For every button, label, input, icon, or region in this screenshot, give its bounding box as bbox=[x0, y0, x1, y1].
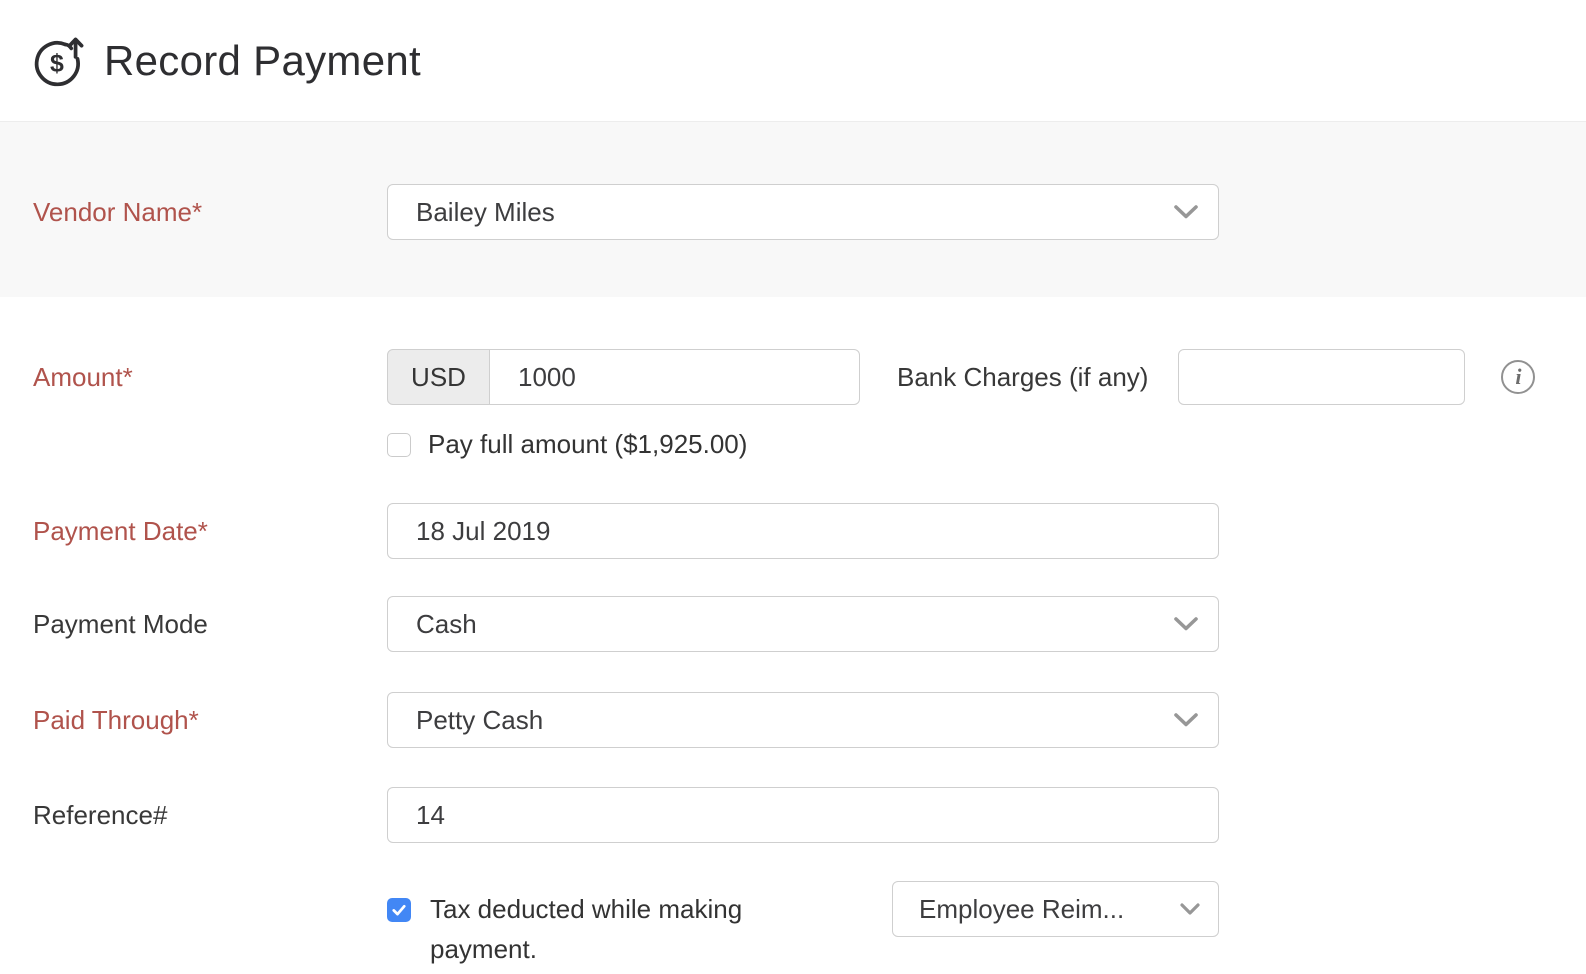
tax-type-value: Employee Reim... bbox=[919, 894, 1124, 925]
bank-charges-label: Bank Charges (if any) bbox=[897, 362, 1148, 393]
payment-date-row: Payment Date* bbox=[0, 503, 1586, 559]
info-icon[interactable]: i bbox=[1501, 360, 1535, 394]
payment-date-input[interactable] bbox=[387, 503, 1219, 559]
pay-full-amount-row: Pay full amount ($1,925.00) bbox=[0, 429, 1586, 460]
paid-through-label: Paid Through* bbox=[33, 705, 387, 736]
payment-mode-value: Cash bbox=[416, 609, 477, 640]
pay-full-amount-label[interactable]: Pay full amount ($1,925.00) bbox=[428, 429, 747, 460]
chevron-down-icon bbox=[1174, 713, 1198, 727]
page-title: Record Payment bbox=[104, 37, 421, 85]
pay-full-amount-checkbox[interactable] bbox=[387, 433, 411, 457]
reference-label: Reference# bbox=[33, 800, 387, 831]
chevron-down-icon bbox=[1174, 617, 1198, 631]
payment-mode-row: Payment Mode Cash bbox=[0, 596, 1586, 652]
vendor-section: Vendor Name* Bailey Miles bbox=[0, 121, 1586, 297]
payment-mode-label: Payment Mode bbox=[33, 609, 387, 640]
tax-deducted-row: Tax deducted while making payment. Emplo… bbox=[0, 881, 1586, 969]
currency-prefix: USD bbox=[387, 349, 490, 405]
payment-date-label: Payment Date* bbox=[33, 516, 387, 547]
vendor-name-value: Bailey Miles bbox=[416, 197, 555, 228]
svg-text:$: $ bbox=[50, 50, 64, 77]
page-header: $ Record Payment bbox=[0, 0, 1586, 121]
record-payment-icon: $ bbox=[30, 32, 88, 90]
amount-input[interactable] bbox=[490, 349, 860, 405]
paid-through-select[interactable]: Petty Cash bbox=[387, 692, 1219, 748]
checkmark-icon bbox=[390, 901, 408, 919]
vendor-name-label: Vendor Name* bbox=[33, 197, 387, 228]
chevron-down-icon bbox=[1174, 205, 1198, 219]
chevron-down-icon bbox=[1180, 903, 1200, 915]
amount-label: Amount* bbox=[33, 362, 387, 393]
vendor-name-select[interactable]: Bailey Miles bbox=[387, 184, 1219, 240]
reference-input[interactable] bbox=[387, 787, 1219, 843]
amount-row: Amount* USD Bank Charges (if any) i bbox=[0, 349, 1586, 405]
reference-row: Reference# bbox=[0, 787, 1586, 843]
paid-through-row: Paid Through* Petty Cash bbox=[0, 692, 1586, 748]
tax-type-select[interactable]: Employee Reim... bbox=[892, 881, 1219, 937]
vendor-name-row: Vendor Name* Bailey Miles bbox=[0, 184, 1586, 240]
tax-deducted-label[interactable]: Tax deducted while making payment. bbox=[430, 889, 770, 969]
payment-mode-select[interactable]: Cash bbox=[387, 596, 1219, 652]
paid-through-value: Petty Cash bbox=[416, 705, 543, 736]
bank-charges-input[interactable] bbox=[1178, 349, 1465, 405]
tax-deducted-checkbox[interactable] bbox=[387, 898, 411, 922]
